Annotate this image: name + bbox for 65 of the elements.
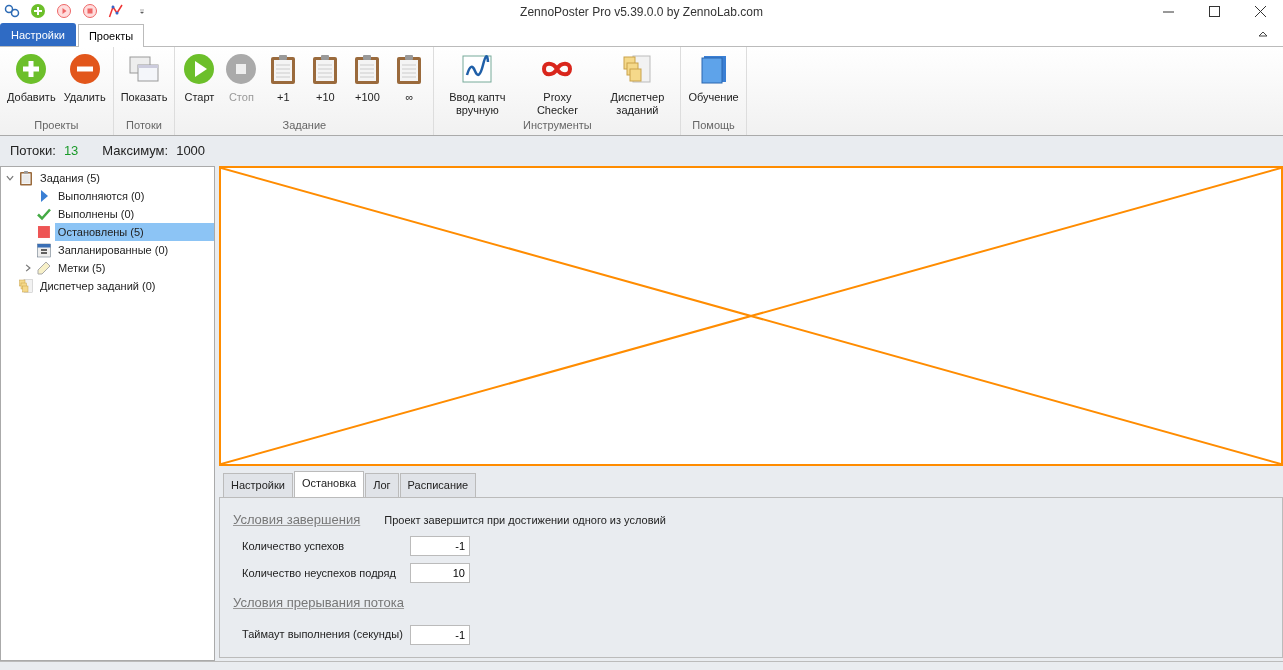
documents-icon (621, 53, 654, 85)
status-label: Потоки: (10, 142, 56, 161)
section-heading: Условия прерывания потока (233, 594, 405, 612)
ribbon-button[interactable]: Старт (178, 47, 221, 117)
ribbon-button[interactable]: Диспетчер заданий (597, 47, 678, 117)
tree-item[interactable]: Остановлены (5) (54, 222, 214, 242)
tree-item[interactable]: Задания (5) (37, 168, 103, 188)
ribbon-button[interactable]: +10 (304, 47, 347, 117)
windows-icon (128, 53, 160, 85)
minus-icon (68, 53, 101, 85)
ribbon-button[interactable]: ∞ (388, 47, 431, 117)
tree-item[interactable]: Запланированные (0) (55, 240, 172, 260)
add-icon[interactable] (30, 3, 46, 19)
ribbon-button[interactable]: Обучение (684, 47, 743, 117)
group-label: Инструменты (522, 118, 593, 133)
documents-icon (18, 278, 34, 294)
ribbon-button[interactable]: +100 (346, 47, 389, 117)
stop-icon (225, 53, 258, 85)
group-label: Проекты (33, 117, 80, 133)
ribbon-button[interactable]: Ввод каптч вручную (437, 47, 518, 117)
section-heading: Условия завершения (233, 510, 361, 529)
status-value: 1000 (176, 142, 206, 161)
tree-item[interactable]: Метки (5) (55, 258, 109, 278)
ribbon-button[interactable]: +1 (262, 47, 305, 117)
window-title: ZennoPoster Pro v5.39.0.0 by ZennoLab.com (520, 4, 763, 21)
tab[interactable]: Настройки (223, 473, 293, 498)
tab[interactable]: Остановка (293, 471, 365, 498)
section-note: Проект завершится при достижении одного из условий (384, 512, 666, 528)
ribbon-button[interactable]: Удалить (59, 47, 110, 117)
tree-item[interactable]: Выполнены (0) (55, 204, 138, 224)
group-label: Помощь (691, 117, 736, 133)
play-icon[interactable] (56, 3, 72, 19)
clipboard-icon (18, 170, 34, 186)
plus-icon (15, 53, 48, 85)
tab[interactable]: Расписание (399, 473, 477, 498)
collapse-ribbon-icon[interactable] (1258, 30, 1268, 37)
status-value: 13 (63, 142, 79, 161)
group-label: Задание (281, 117, 328, 133)
calendar-icon (36, 242, 52, 258)
maximize-icon[interactable] (1208, 5, 1220, 17)
tree-item[interactable]: Выполняются (0) (55, 186, 148, 206)
input-field[interactable]: -1 (410, 536, 470, 556)
stop-icon[interactable] (82, 3, 98, 19)
field-label: Таймаут выполнения (секунды) (242, 627, 404, 643)
captcha-icon (461, 53, 494, 85)
graph-icon[interactable] (108, 3, 124, 19)
ribbon-tab[interactable]: Проекты (77, 23, 145, 47)
ribbon-tab[interactable]: Настройки (0, 22, 76, 46)
stop-icon (35, 224, 52, 240)
input-field[interactable]: 10 (410, 563, 470, 583)
ribbon-button[interactable]: Добавить (3, 47, 60, 117)
field-label: Количество успехов (242, 538, 346, 554)
input-field[interactable]: -1 (410, 624, 470, 645)
ribbon-button[interactable]: Показать (116, 47, 172, 117)
tab[interactable]: Лог (365, 473, 399, 498)
check-icon (36, 206, 52, 222)
tag-icon (36, 260, 52, 276)
status-label: Максимум: (102, 142, 169, 161)
field-label: Количество неуспехов подряд (242, 565, 397, 581)
tree-item[interactable]: Диспетчер заданий (0) (37, 276, 159, 296)
play-icon (183, 53, 216, 85)
app-logo-icon[interactable] (4, 3, 20, 19)
group-label: Потоки (125, 117, 163, 133)
close-icon[interactable] (1254, 5, 1266, 17)
ribbon-button[interactable]: Proxy Checker (517, 47, 598, 117)
